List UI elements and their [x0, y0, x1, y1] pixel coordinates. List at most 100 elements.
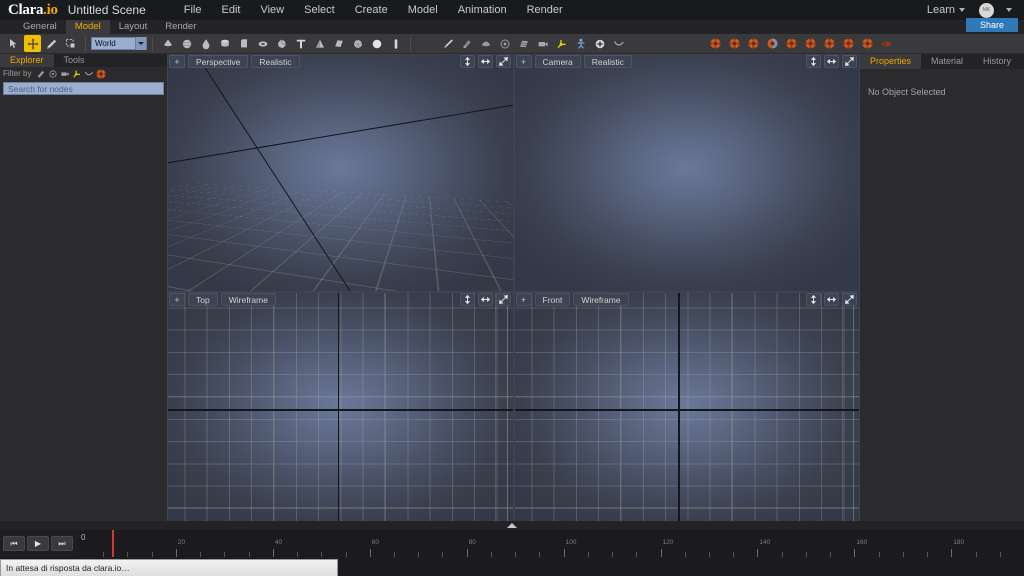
- curve-filter-icon[interactable]: [84, 69, 94, 79]
- menu-item-create[interactable]: Create: [345, 0, 398, 20]
- broken-image-icon-8[interactable]: [843, 38, 854, 49]
- menu-item-render[interactable]: Render: [517, 0, 573, 20]
- viewport-add-button[interactable]: +: [169, 55, 185, 68]
- cone-primitive-icon[interactable]: [159, 35, 176, 52]
- joint-filter-icon[interactable]: [72, 69, 82, 79]
- viewport-top-canvas[interactable]: [168, 293, 513, 529]
- learn-menu[interactable]: Learn: [921, 4, 971, 16]
- menu-item-animation[interactable]: Animation: [448, 0, 517, 20]
- cube-primitive-icon[interactable]: [235, 35, 252, 52]
- camera-icon[interactable]: [534, 35, 551, 52]
- maximize-viewport-icon[interactable]: [495, 293, 511, 306]
- split-horizontal-icon[interactable]: [824, 293, 839, 306]
- select-arrow-icon[interactable]: [5, 35, 22, 52]
- broken-filter-icon[interactable]: [96, 68, 106, 79]
- broken-image-icon-3[interactable]: [748, 38, 759, 49]
- viewport-view-label[interactable]: Front: [534, 293, 571, 306]
- app-logo[interactable]: Clara.io: [0, 2, 58, 19]
- pen-tool-icon[interactable]: [439, 35, 456, 52]
- text-primitive-icon[interactable]: [292, 35, 309, 52]
- torus-primitive-icon[interactable]: [254, 35, 271, 52]
- rotate-gizmo-icon[interactable]: [43, 35, 60, 52]
- sphere-primitive-icon[interactable]: [178, 35, 195, 52]
- broken-image-icon-5[interactable]: [786, 38, 797, 49]
- viewport-front-canvas[interactable]: [514, 293, 859, 529]
- viewport-front[interactable]: + Front Wireframe: [513, 292, 860, 530]
- split-vertical-icon[interactable]: [806, 293, 821, 306]
- viewport-shading-label[interactable]: Wireframe: [573, 293, 629, 306]
- broken-image-icon-7[interactable]: [824, 38, 835, 49]
- coordinate-space-chevron-down-icon[interactable]: [135, 37, 146, 50]
- teardrop-primitive-icon[interactable]: [197, 35, 214, 52]
- viewport-top[interactable]: + Top Wireframe: [167, 292, 514, 530]
- viewport-add-button[interactable]: +: [515, 293, 532, 306]
- tab-tools[interactable]: Tools: [54, 54, 95, 67]
- search-nodes-input[interactable]: Search for nodes: [3, 82, 164, 95]
- viewport-perspective[interactable]: + Perspective Realistic: [167, 54, 514, 292]
- viewport-add-button[interactable]: +: [515, 55, 532, 68]
- user-chevron-down-icon[interactable]: [1006, 8, 1012, 12]
- menu-item-view[interactable]: View: [250, 0, 294, 20]
- timeline-ruler[interactable]: 0 20 40 60 80 100 120 140 160 180: [79, 530, 1024, 557]
- viewport-shading-label[interactable]: Wireframe: [220, 293, 276, 306]
- timeline-playhead[interactable]: [111, 530, 114, 557]
- avatar[interactable]: MK: [979, 2, 994, 18]
- brush-tool-icon[interactable]: [458, 35, 475, 52]
- split-vertical-icon[interactable]: [459, 293, 475, 306]
- viewport-view-label[interactable]: Top: [188, 293, 218, 306]
- go-to-start-button[interactable]: ⏮: [3, 536, 25, 551]
- maximize-viewport-icon[interactable]: [842, 293, 857, 306]
- maximize-viewport-icon[interactable]: [842, 55, 857, 68]
- menu-item-select[interactable]: Select: [294, 0, 345, 20]
- coordinate-space-select[interactable]: World: [91, 37, 147, 50]
- tab-properties[interactable]: Properties: [860, 54, 922, 69]
- ribbon-tab-render[interactable]: Render: [156, 20, 205, 34]
- tab-explorer[interactable]: Explorer: [0, 54, 54, 67]
- broken-image-icon-4[interactable]: [767, 38, 778, 49]
- go-to-end-button[interactable]: ⏭: [51, 536, 73, 551]
- broken-image-icon-1[interactable]: [710, 38, 721, 49]
- geosphere-primitive-icon[interactable]: [349, 35, 366, 52]
- menu-item-edit[interactable]: Edit: [211, 0, 250, 20]
- maximize-viewport-icon[interactable]: [495, 55, 511, 68]
- broken-image-icon-6[interactable]: [805, 38, 816, 49]
- tab-history[interactable]: History: [973, 54, 1021, 69]
- area-light-icon[interactable]: [515, 35, 532, 52]
- ribbon-tab-layout[interactable]: Layout: [110, 20, 157, 34]
- split-horizontal-icon[interactable]: [477, 55, 493, 68]
- split-vertical-icon[interactable]: [459, 55, 475, 68]
- add-node-icon[interactable]: [591, 35, 608, 52]
- viewport-camera-canvas[interactable]: [514, 55, 859, 291]
- ribbon-tab-general[interactable]: General: [14, 20, 66, 34]
- split-horizontal-icon[interactable]: [477, 293, 493, 306]
- broken-image-icon-9[interactable]: [862, 38, 873, 49]
- share-button[interactable]: Share: [966, 18, 1018, 32]
- viewport-view-label[interactable]: Perspective: [188, 55, 249, 68]
- viewport-camera[interactable]: + Camera Realistic: [513, 54, 860, 292]
- plane-primitive-icon[interactable]: [330, 35, 347, 52]
- viewport-shading-label[interactable]: Realistic: [251, 55, 300, 68]
- tab-material[interactable]: Material: [921, 54, 973, 69]
- move-gizmo-icon[interactable]: [24, 35, 41, 52]
- joint-rig-icon[interactable]: [553, 35, 570, 52]
- pyramid-primitive-icon[interactable]: [311, 35, 328, 52]
- scene-title[interactable]: Untitled Scene: [68, 3, 146, 17]
- viewport-add-button[interactable]: +: [169, 293, 185, 306]
- play-button[interactable]: ▶: [27, 536, 49, 551]
- mesh-filter-icon[interactable]: [36, 69, 46, 79]
- split-vertical-icon[interactable]: [806, 55, 821, 68]
- menu-item-file[interactable]: File: [174, 0, 212, 20]
- menu-item-model[interactable]: Model: [398, 0, 448, 20]
- split-horizontal-icon[interactable]: [824, 55, 839, 68]
- light-filter-icon[interactable]: [48, 69, 58, 79]
- cylinder-primitive-icon[interactable]: [216, 35, 233, 52]
- scale-gizmo-icon[interactable]: [62, 35, 79, 52]
- point-light-icon[interactable]: [496, 35, 513, 52]
- capsule-primitive-icon[interactable]: [387, 35, 404, 52]
- viewport-perspective-canvas[interactable]: [168, 55, 513, 291]
- disc-primitive-icon[interactable]: [368, 35, 385, 52]
- broken-image-icon-2[interactable]: [729, 38, 740, 49]
- viewport-shading-label[interactable]: Realistic: [583, 55, 632, 68]
- ribbon-tab-model[interactable]: Model: [65, 20, 110, 34]
- broken-image-icon-10[interactable]: [881, 38, 892, 49]
